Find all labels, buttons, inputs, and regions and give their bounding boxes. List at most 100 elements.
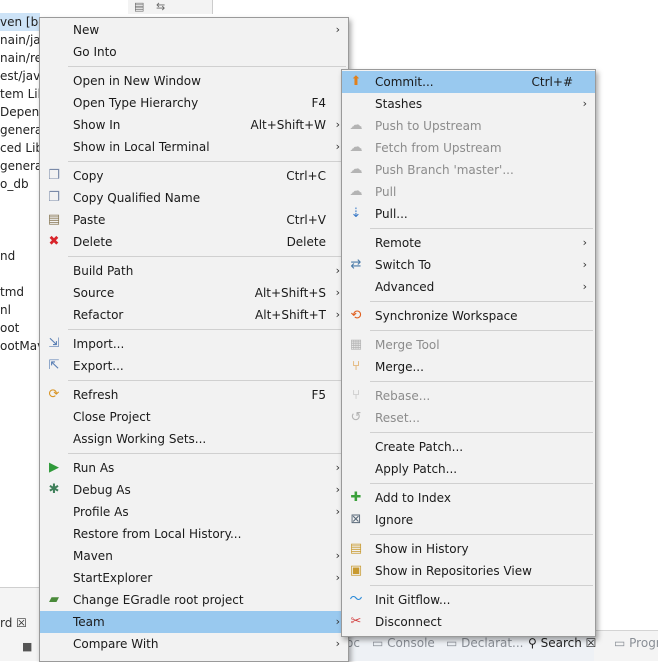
menu-item-refactor[interactable]: Refactor Alt+Shift+T › (40, 304, 348, 326)
tree-row[interactable]: ootMav (0, 337, 40, 355)
menu-item-apply-patch[interactable]: Apply Patch... (342, 458, 595, 480)
menu-item-init-gitflow[interactable]: 〜 Init Gitflow... (342, 589, 595, 611)
menu-item-startexplorer[interactable]: StartExplorer › (40, 567, 348, 589)
view-toolbar: ▤ ⇆ (128, 0, 213, 14)
menu-item-label: Run As (73, 461, 115, 475)
menu-item-show-in-history[interactable]: ▤ Show in History (342, 538, 595, 560)
tree-row[interactable] (0, 265, 40, 283)
menu-item-maven[interactable]: Maven › (40, 545, 348, 567)
menu-item-profile-as[interactable]: Profile As › (40, 501, 348, 523)
menu-item-switch-to[interactable]: ⇄ Switch To › (342, 254, 595, 276)
menu-item-disconnect[interactable]: ✂ Disconnect (342, 611, 595, 633)
menu-item-label: StartExplorer (73, 571, 153, 585)
repositories-icon: ▣ (349, 563, 363, 578)
panel-tab-close-icon[interactable]: ☒ (16, 616, 27, 630)
menu-item-source[interactable]: Source Alt+Shift+S › (40, 282, 348, 304)
collapse-all-icon[interactable]: ▤ (134, 0, 144, 13)
tree-row[interactable]: o_db (0, 175, 40, 193)
tree-row[interactable]: nain/jav (0, 31, 40, 49)
search-tab-close-icon[interactable]: ☒ (586, 636, 597, 650)
menu-item-go-into[interactable]: Go Into (40, 41, 348, 63)
tree-row[interactable]: generat (0, 121, 40, 139)
reset-icon: ↺ (350, 410, 362, 425)
menu-item-stashes[interactable]: Stashes › (342, 93, 595, 115)
tab-console[interactable]: ▭ Console (372, 636, 435, 650)
menu-item-label: Commit... (375, 75, 434, 89)
tab-search[interactable]: ⚲ Search ☒ (528, 636, 596, 650)
menu-item-synchronize-workspace[interactable]: ⟲ Synchronize Workspace (342, 305, 595, 327)
menu-item-debug-as[interactable]: ✱ Debug As › (40, 479, 348, 501)
menu-item-open-type-hierarchy[interactable]: Open Type Hierarchy F4 (40, 92, 348, 114)
tree-row[interactable]: tem Lib (0, 85, 40, 103)
menu-item-advanced[interactable]: Advanced › (342, 276, 595, 298)
menu-item-remote[interactable]: Remote › (342, 232, 595, 254)
menu-item-label: Pull... (375, 207, 408, 221)
menu-item-compare-with[interactable]: Compare With › (40, 633, 348, 655)
menu-item-label: Create Patch... (375, 440, 464, 454)
menu-item-delete[interactable]: ✖ Delete Delete (40, 231, 348, 253)
menu-item-show-in-repositories-view[interactable]: ▣ Show in Repositories View (342, 560, 595, 582)
menu-item-label: Delete (73, 235, 113, 249)
panel-minimize-icon[interactable]: ■ (22, 640, 32, 653)
menu-item-new[interactable]: New › (40, 19, 348, 41)
tree-row[interactable]: Depend (0, 103, 40, 121)
menu-item-shortcut: Ctrl+C (286, 169, 326, 183)
menu-item-import[interactable]: ⇲ Import... (40, 333, 348, 355)
tree-row[interactable]: tmd (0, 283, 40, 301)
menu-item-shortcut: F5 (311, 388, 326, 402)
menu-item-reset: ↺ Reset... (342, 407, 595, 429)
menu-item-assign-working-sets[interactable]: Assign Working Sets... (40, 428, 348, 450)
menu-item-create-patch[interactable]: Create Patch... (342, 436, 595, 458)
menu-item-label: Copy Qualified Name (73, 191, 201, 205)
chevron-right-icon: › (335, 571, 340, 584)
menu-item-copy[interactable]: ❐ Copy Ctrl+C (40, 165, 348, 187)
tab-progress[interactable]: ▭ Progr (614, 636, 658, 650)
menu-item-label: Show in Local Terminal (73, 140, 210, 154)
menu-item-merge[interactable]: ⑂ Merge... (342, 356, 595, 378)
team-submenu: ⬆ Commit... Ctrl+# Stashes › ☁ Push to Upstrea… (341, 69, 596, 637)
tree-row[interactable] (0, 211, 40, 229)
tree-row[interactable] (0, 193, 40, 211)
menu-item-team[interactable]: Team › (40, 611, 348, 633)
menu-item-show-in-local-terminal[interactable]: Show in Local Terminal › (40, 136, 348, 158)
tree-row[interactable]: oot (0, 319, 40, 337)
tree-row[interactable]: nd (0, 247, 40, 265)
tree-row[interactable]: nain/res (0, 49, 40, 67)
tree-row[interactable]: ced Lib (0, 139, 40, 157)
menu-item-show-in[interactable]: Show In Alt+Shift+W › (40, 114, 348, 136)
menu-item-close-project[interactable]: Close Project (40, 406, 348, 428)
tree-row[interactable]: generat (0, 157, 40, 175)
menu-item-pull[interactable]: ⇣ Pull... (342, 203, 595, 225)
panel-tab[interactable]: rd ☒ (0, 616, 27, 630)
left-bottom-panel: rd ☒ ■ (0, 587, 40, 661)
menu-item-ignore[interactable]: ⊠ Ignore (342, 509, 595, 531)
menu-item-restore-from-local-history[interactable]: Restore from Local History... (40, 523, 348, 545)
menu-item-copy-qualified-name[interactable]: ❐ Copy Qualified Name (40, 187, 348, 209)
menu-item-label: Close Project (73, 410, 151, 424)
menu-item-build-path[interactable]: Build Path › (40, 260, 348, 282)
merge-tool-icon: ▦ (349, 337, 363, 352)
menu-separator (370, 483, 593, 484)
menu-item-merge-tool: ▦ Merge Tool (342, 334, 595, 356)
menu-item-refresh[interactable]: ⟳ Refresh F5 (40, 384, 348, 406)
tree-row[interactable]: ven [bo (0, 13, 40, 31)
menu-item-change-egradle-root-project[interactable]: ▰ Change EGradle root project (40, 589, 348, 611)
synchronize-icon: ⟲ (350, 308, 362, 323)
menu-item-label: Compare With (73, 637, 159, 651)
chevron-right-icon: › (335, 505, 340, 518)
menu-item-open-in-new-window[interactable]: Open in New Window (40, 70, 348, 92)
link-with-editor-icon[interactable]: ⇆ (156, 0, 165, 13)
tree-row[interactable]: nl (0, 301, 40, 319)
tab-declaration[interactable]: ▭ Declarat... (446, 636, 524, 650)
menu-separator (370, 534, 593, 535)
menu-separator (68, 380, 346, 381)
refresh-icon: ⟳ (48, 387, 60, 402)
menu-item-run-as[interactable]: ▶ Run As › (40, 457, 348, 479)
menu-item-paste[interactable]: ▤ Paste Ctrl+V (40, 209, 348, 231)
menu-item-export[interactable]: ⇱ Export... (40, 355, 348, 377)
menu-item-commit[interactable]: ⬆ Commit... Ctrl+# (342, 71, 595, 93)
menu-item-label: Pull (375, 185, 397, 199)
menu-item-label: Team (73, 615, 105, 629)
menu-item-add-to-index[interactable]: ✚ Add to Index (342, 487, 595, 509)
tree-row[interactable]: est/java (0, 67, 40, 85)
